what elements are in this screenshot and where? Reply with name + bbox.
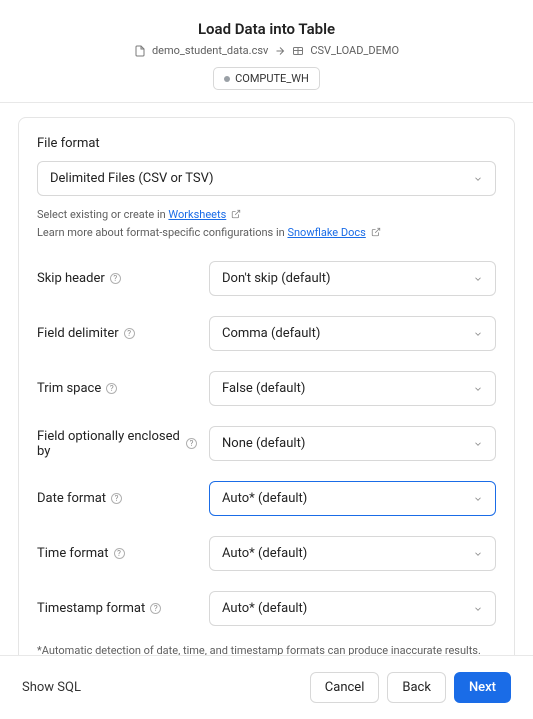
info-icon[interactable]: ? [111,493,122,504]
trim-space-select[interactable]: False (default) [209,371,496,406]
date-format-select[interactable]: Auto* (default) [209,481,496,516]
field-delimiter-select[interactable]: Comma (default) [209,316,496,351]
warehouse-name: COMPUTE_WH [235,72,309,85]
field-enclosed-label: Field optionally enclosed by [37,429,181,459]
info-icon[interactable]: ? [114,548,125,559]
time-format-select[interactable]: Auto* (default) [209,536,496,571]
show-sql-link[interactable]: Show SQL [22,680,81,695]
file-format-value: Delimited Files (CSV or TSV) [50,171,214,186]
field-enclosed-row: Field optionally enclosed by ? None (def… [37,426,496,461]
back-button[interactable]: Back [387,672,446,703]
skip-header-label: Skip header [37,271,105,286]
info-icon[interactable]: ? [186,438,197,449]
worksheets-link[interactable]: Worksheets [168,208,226,221]
external-link-icon [231,209,241,219]
status-dot-icon [224,76,230,82]
chevron-down-icon [473,329,483,339]
next-button[interactable]: Next [454,672,511,703]
external-link-icon [371,227,381,237]
timestamp-format-label: Timestamp format [37,601,145,616]
target-table-name: CSV_LOAD_DEMO [310,44,399,57]
auto-detect-footnote: *Automatic detection of date, time, and … [37,644,496,655]
arrow-right-icon [274,45,286,57]
field-delimiter-label: Field delimiter [37,326,119,341]
chevron-down-icon [473,274,483,284]
file-format-select[interactable]: Delimited Files (CSV or TSV) [37,161,496,196]
trim-space-row: Trim space ? False (default) [37,371,496,406]
dialog-content: File format Delimited Files (CSV or TSV)… [0,103,533,655]
dialog-header: Load Data into Table demo_student_data.c… [0,0,533,103]
dialog-footer: Show SQL Cancel Back Next [0,655,533,719]
skip-header-select[interactable]: Don't skip (default) [209,261,496,296]
file-format-card: File format Delimited Files (CSV or TSV)… [18,117,515,655]
file-format-label: File format [37,136,496,151]
table-icon [292,45,304,57]
time-format-row: Time format ? Auto* (default) [37,536,496,571]
chevron-down-icon [473,174,483,184]
date-format-label: Date format [37,491,106,506]
field-enclosed-select[interactable]: None (default) [209,426,496,461]
chevron-down-icon [473,549,483,559]
file-icon [134,45,146,57]
time-format-label: Time format [37,546,109,561]
date-format-row: Date format ? Auto* (default) [37,481,496,516]
dialog-title: Load Data into Table [0,20,533,38]
chevron-down-icon [473,384,483,394]
field-delimiter-row: Field delimiter ? Comma (default) [37,316,496,351]
info-icon[interactable]: ? [124,328,135,339]
helper-text: Select existing or create in Worksheets … [37,206,496,241]
breadcrumb: demo_student_data.csv CSV_LOAD_DEMO [0,44,533,57]
chevron-down-icon [473,494,483,504]
info-icon[interactable]: ? [110,273,121,284]
timestamp-format-row: Timestamp format ? Auto* (default) [37,591,496,626]
chevron-down-icon [473,604,483,614]
info-icon[interactable]: ? [106,383,117,394]
skip-header-row: Skip header ? Don't skip (default) [37,261,496,296]
chevron-down-icon [473,439,483,449]
info-icon[interactable]: ? [150,603,161,614]
trim-space-label: Trim space [37,381,101,396]
cancel-button[interactable]: Cancel [310,672,380,703]
snowflake-docs-link[interactable]: Snowflake Docs [287,226,365,239]
footer-buttons: Cancel Back Next [310,672,511,703]
source-file-name: demo_student_data.csv [152,44,268,57]
timestamp-format-select[interactable]: Auto* (default) [209,591,496,626]
warehouse-selector[interactable]: COMPUTE_WH [213,67,320,90]
